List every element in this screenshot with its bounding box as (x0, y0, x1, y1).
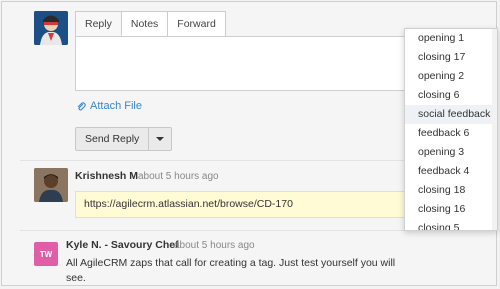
dropdown-item[interactable]: feedback 6 (405, 124, 497, 143)
send-reply-button[interactable]: Send Reply (75, 127, 150, 151)
dropdown-item[interactable]: opening 1 (405, 29, 497, 48)
dropdown-item[interactable]: social feedback 2 (405, 105, 497, 124)
tab-forward[interactable]: Forward (168, 12, 225, 36)
tab-reply[interactable]: Reply (76, 12, 122, 36)
dropdown-item[interactable]: closing 17 (405, 48, 497, 67)
dropdown-item[interactable]: closing 18 (405, 181, 497, 200)
tab-notes[interactable]: Notes (121, 12, 169, 36)
divider (20, 230, 420, 231)
send-button-group: Send Reply (75, 127, 173, 151)
note-content[interactable]: https://agilecrm.atlassian.net/browse/CD… (75, 191, 415, 218)
send-options-toggle[interactable] (149, 127, 173, 151)
dropdown-item[interactable]: opening 2 (405, 67, 497, 86)
note-content: All AgileCRM zaps that call for creating… (66, 257, 396, 284)
attach-file-link[interactable]: Attach File (76, 100, 142, 112)
dropdown-item[interactable]: opening 3 (405, 143, 497, 162)
user-avatar (34, 11, 68, 45)
divider (20, 160, 420, 161)
tag-dropdown-menu: opening 1 closing 17 opening 2 closing 6… (404, 28, 498, 231)
dropdown-item[interactable]: closing 16 (405, 200, 497, 219)
dropdown-item[interactable]: feedback 4 (405, 162, 497, 181)
dropdown-item[interactable]: closing 6 (405, 86, 497, 105)
note-time: about 5 hours ago (138, 171, 219, 182)
caret-down-icon (156, 137, 165, 141)
note-time: about 5 hours ago (174, 240, 255, 251)
paperclip-icon (77, 101, 86, 111)
note-author[interactable]: Kyle N. - Savoury Chef (66, 239, 179, 251)
dropdown-scrollbar[interactable] (492, 29, 497, 230)
attach-file-label: Attach File (90, 100, 142, 112)
note-author[interactable]: Krishnesh M (75, 170, 138, 182)
dropdown-item[interactable]: closing 5 (405, 219, 497, 230)
composer-tabs: Reply Notes Forward (75, 11, 226, 36)
avatar: TW (34, 242, 58, 266)
reply-textarea[interactable] (75, 36, 405, 91)
avatar (34, 168, 68, 202)
